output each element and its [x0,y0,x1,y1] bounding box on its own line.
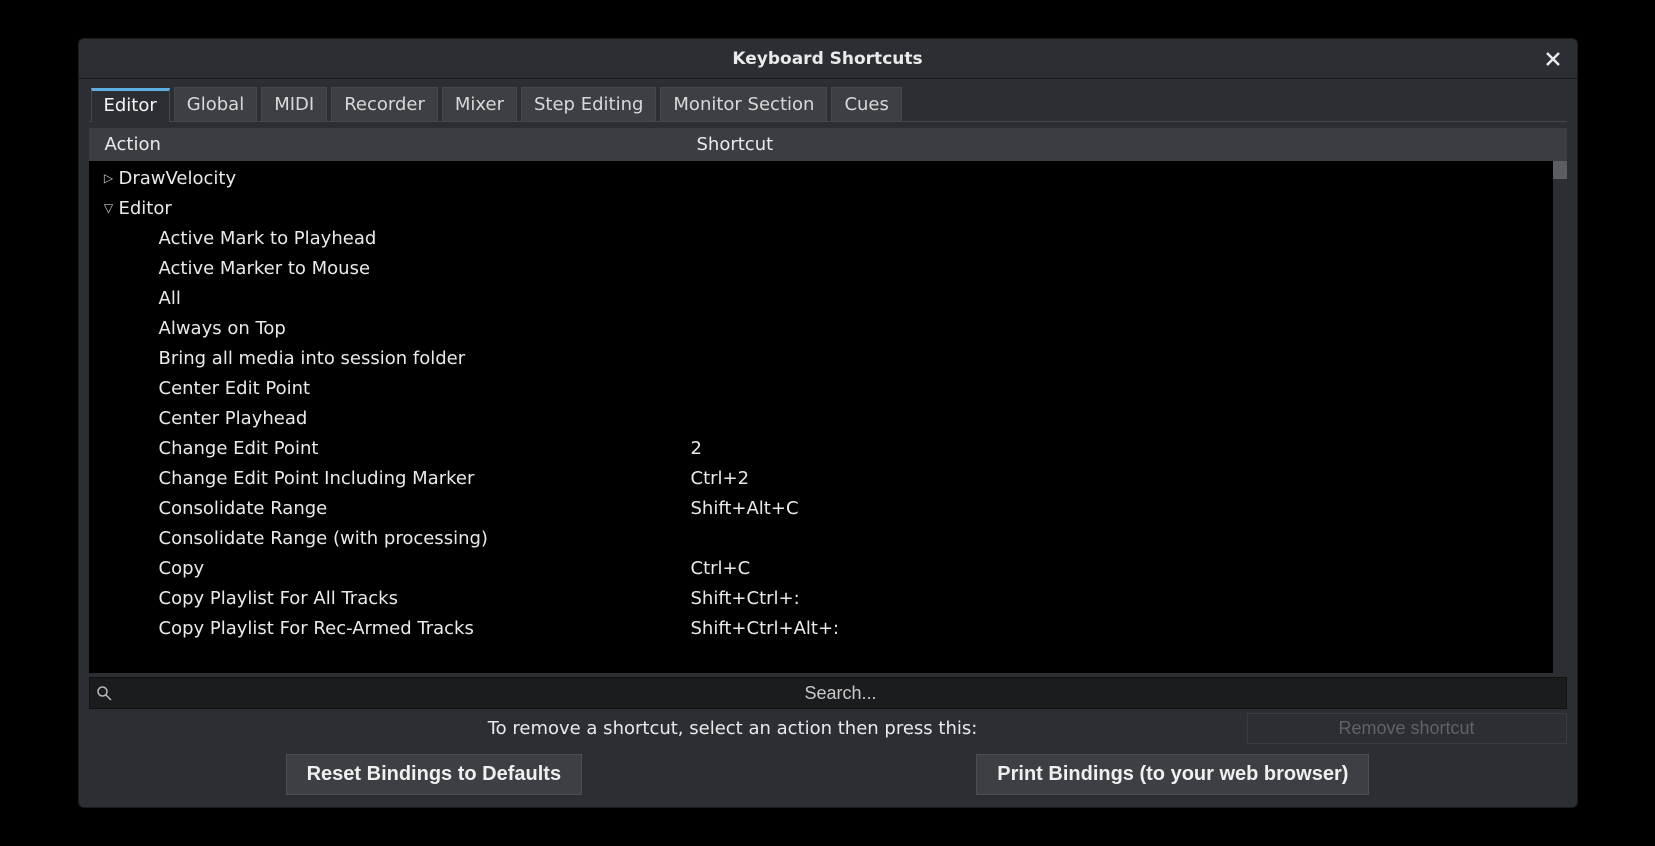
tree-row[interactable]: ▽Editor [89,193,1567,223]
close-icon [1545,51,1561,67]
bottom-button-row: Reset Bindings to Defaults Print Binding… [89,744,1567,797]
action-label: Always on Top [159,318,286,339]
tree-row[interactable]: Center Edit Point [89,373,1567,403]
shortcut-label: Ctrl+2 [689,468,1567,489]
tree-header: Action Shortcut [89,128,1567,161]
tab-label: MIDI [274,94,314,115]
action-label: Consolidate Range (with processing) [159,528,488,549]
action-label: All [159,288,181,309]
search-row [89,677,1567,709]
action-label: Copy Playlist For All Tracks [159,588,398,609]
tree-row[interactable]: ▷DrawVelocity [89,163,1567,193]
tab-label: Editor [104,95,157,116]
window-title: Keyboard Shortcuts [732,49,922,69]
search-icon [92,681,116,705]
tab-bar: Editor Global MIDI Recorder Mixer Step E… [89,87,1567,122]
tab-label: Step Editing [534,94,643,115]
tree-row[interactable]: Consolidate Range Shift+Alt+C [89,493,1567,523]
reset-bindings-button[interactable]: Reset Bindings to Defaults [286,754,582,795]
tree-row[interactable]: Change Edit Point 2 [89,433,1567,463]
action-label: Change Edit Point [159,438,319,459]
tab-label: Monitor Section [673,94,814,115]
tree-row[interactable]: Active Mark to Playhead [89,223,1567,253]
search-input[interactable] [116,683,1566,704]
tab-editor[interactable]: Editor [91,88,170,122]
tree-body[interactable]: ▷DrawVelocity▽EditorActive Mark to Playh… [89,161,1567,673]
keyboard-shortcuts-window: Keyboard Shortcuts Editor Global MIDI Re… [78,38,1578,808]
shortcut-label: Shift+Alt+C [689,498,1567,519]
tab-monitor-section[interactable]: Monitor Section [660,87,827,121]
chevron-down-icon[interactable]: ▽ [99,201,119,215]
shortcut-label: Shift+Ctrl+: [689,588,1567,609]
scrollbar[interactable] [1553,161,1567,673]
action-label: Copy [159,558,205,579]
tab-midi[interactable]: MIDI [261,87,327,121]
tree-row[interactable]: Consolidate Range (with processing) [89,523,1567,553]
tree-row[interactable]: Copy Ctrl+C [89,553,1567,583]
action-label: Change Edit Point Including Marker [159,468,475,489]
action-label: Active Marker to Mouse [159,258,371,279]
tree-row[interactable]: Center Playhead [89,403,1567,433]
action-label: Copy Playlist For Rec-Armed Tracks [159,618,474,639]
titlebar: Keyboard Shortcuts [79,39,1577,79]
tab-mixer[interactable]: Mixer [442,87,517,121]
column-header-shortcut[interactable]: Shortcut [697,134,1559,155]
tree-row[interactable]: Bring all media into session folder [89,343,1567,373]
tree-row[interactable]: Always on Top [89,313,1567,343]
shortcut-label: Ctrl+C [689,558,1567,579]
tab-label: Global [187,94,244,115]
tree-row[interactable]: Change Edit Point Including Marker Ctrl+2 [89,463,1567,493]
remove-hint: To remove a shortcut, select an action t… [89,718,1237,739]
action-label: DrawVelocity [119,168,237,189]
remove-row: To remove a shortcut, select an action t… [89,713,1567,744]
tab-label: Cues [844,94,888,115]
action-label: Bring all media into session folder [159,348,466,369]
close-button[interactable] [1541,47,1565,71]
content-area: Editor Global MIDI Recorder Mixer Step E… [79,79,1577,807]
action-label: Center Edit Point [159,378,311,399]
remove-shortcut-button[interactable]: Remove shortcut [1247,713,1567,744]
print-bindings-button[interactable]: Print Bindings (to your web browser) [976,754,1369,795]
tree-row[interactable]: Copy Playlist For Rec-Armed Tracks Shift+… [89,613,1567,643]
tree-row[interactable]: All [89,283,1567,313]
action-label: Editor [119,198,172,219]
tab-cues[interactable]: Cues [831,87,901,121]
column-header-action[interactable]: Action [97,134,697,155]
tab-global[interactable]: Global [174,87,257,121]
scrollbar-thumb[interactable] [1553,161,1567,179]
action-label: Consolidate Range [159,498,328,519]
action-label: Center Playhead [159,408,308,429]
tab-label: Recorder [344,94,425,115]
chevron-right-icon[interactable]: ▷ [99,171,119,185]
tab-recorder[interactable]: Recorder [331,87,438,121]
shortcut-label: 2 [689,438,1567,459]
action-label: Active Mark to Playhead [159,228,377,249]
tab-label: Mixer [455,94,504,115]
shortcut-label: Shift+Ctrl+Alt+: [689,618,1567,639]
tree-row[interactable]: Active Marker to Mouse [89,253,1567,283]
tree-row[interactable]: Copy Playlist For All Tracks Shift+Ctrl+: [89,583,1567,613]
tab-step-editing[interactable]: Step Editing [521,87,656,121]
